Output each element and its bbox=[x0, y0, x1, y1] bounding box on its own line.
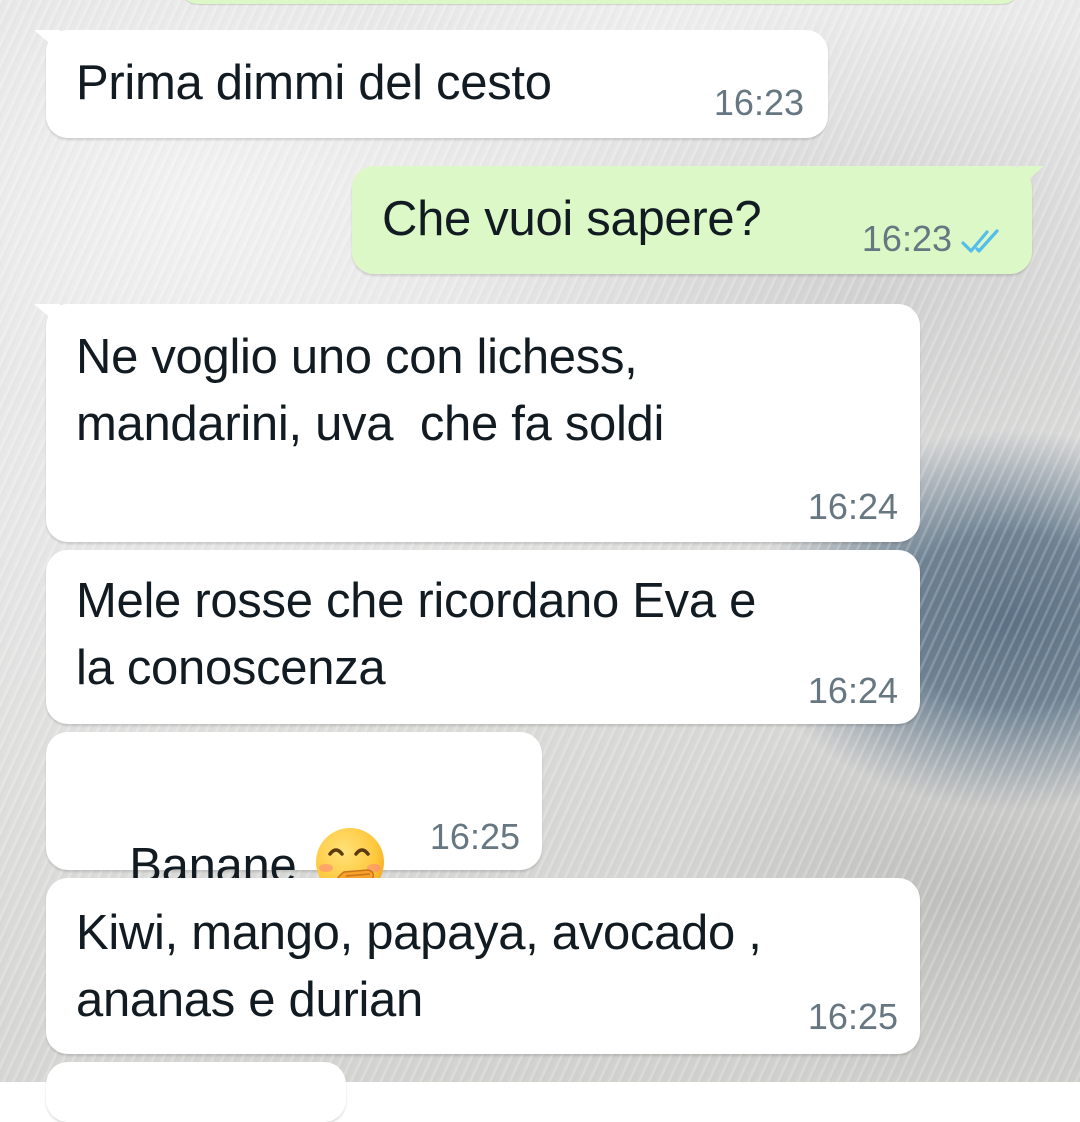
partial-message-bubble[interactable] bbox=[46, 1062, 346, 1122]
incoming-message-bubble[interactable]: Prima dimmi del cesto 16:23 bbox=[34, 30, 828, 138]
message-timestamp: 16:25 bbox=[807, 996, 898, 1037]
read-double-check-icon bbox=[961, 229, 999, 254]
message-timestamp: 16:24 bbox=[807, 670, 898, 711]
incoming-message-bubble[interactable]: Banane 16:25 bbox=[46, 732, 542, 903]
incoming-message-bubble[interactable]: Kiwi, mango, papaya, avocado , ananas e … bbox=[46, 878, 920, 1054]
message-text: Prima dimmi del cesto bbox=[76, 56, 552, 110]
message-timestamp: 16:25 bbox=[429, 816, 520, 857]
message-text: Mele rosse che ricordano Eva e la conosc… bbox=[76, 574, 757, 695]
incoming-message-bubble[interactable]: Mele rosse che ricordano Eva e la conosc… bbox=[46, 550, 920, 724]
outgoing-message-bubble[interactable]: Che vuoi sapere? 16:23 bbox=[352, 166, 1044, 274]
message-text: Ne voglio uno con lichess, mandarini, uv… bbox=[76, 330, 665, 451]
message-text: Che vuoi sapere? bbox=[382, 192, 762, 246]
incoming-message-bubble[interactable]: Ne voglio uno con lichess, mandarini, uv… bbox=[34, 304, 920, 542]
message-timestamp: 16:24 bbox=[807, 486, 898, 527]
message-time-label: 16:23 bbox=[861, 218, 952, 259]
message-timestamp: 16:23 bbox=[713, 82, 804, 123]
message-text: Kiwi, mango, papaya, avocado , ananas e … bbox=[76, 906, 762, 1027]
partial-message-bubble[interactable] bbox=[180, 0, 1020, 4]
message-timestamp: 16:23 bbox=[862, 218, 1008, 260]
